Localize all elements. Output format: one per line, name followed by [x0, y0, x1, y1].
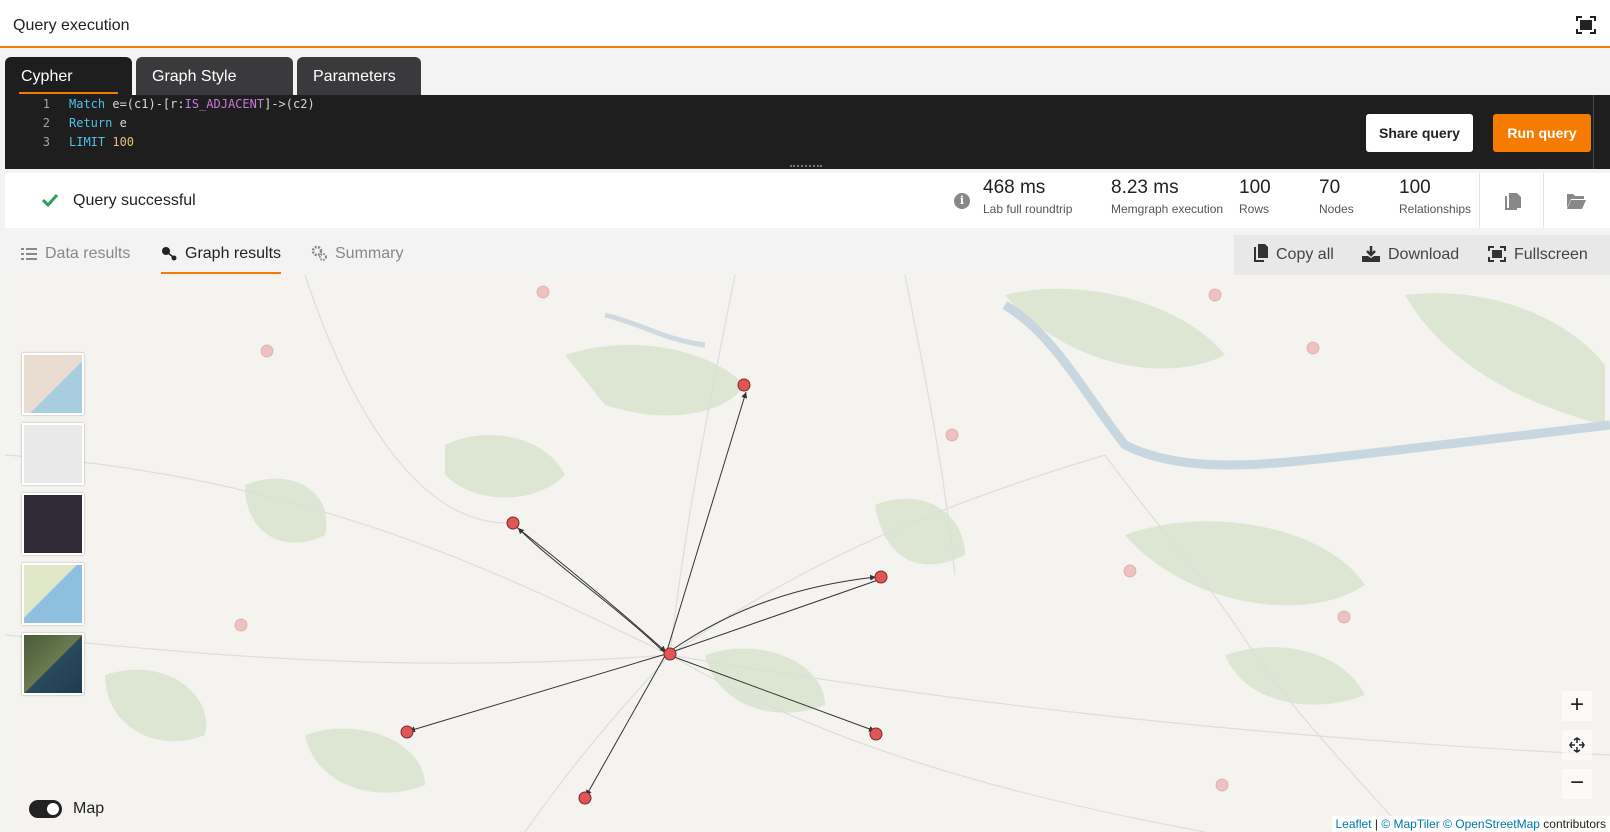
- map-toggle[interactable]: Map: [21, 794, 121, 824]
- code-text: Match e=(c1)-[r:IS_ADJACENT]->(c2): [69, 97, 315, 111]
- graph-node[interactable]: [578, 791, 592, 805]
- metric-nodes: 70 Nodes: [1319, 177, 1354, 216]
- map-tiles[interactable]: [5, 275, 1610, 832]
- lake: [604, 312, 706, 348]
- status-message: Query successful: [73, 192, 196, 209]
- recenter-icon[interactable]: [1562, 730, 1592, 760]
- metric-execution: 8.23 ms Memgraph execution: [1111, 177, 1224, 216]
- tab-cypher-editor[interactable]: Cypher editor: [5, 57, 132, 124]
- graph-node[interactable]: [663, 647, 677, 661]
- layer-thumbnail-satellite[interactable]: [22, 633, 84, 695]
- download-icon: [1362, 246, 1380, 262]
- graph-node[interactable]: [506, 516, 520, 530]
- roads: [5, 275, 1610, 832]
- check-icon: [41, 193, 59, 208]
- layer-thumbnail-outdoor[interactable]: [22, 563, 84, 625]
- graph-icon: [162, 247, 177, 261]
- copy-all-button[interactable]: Copy all: [1254, 235, 1334, 275]
- metric-roundtrip: 468 ms Lab full roundtrip: [983, 177, 1073, 216]
- divider: [1543, 173, 1544, 228]
- layer-thumbnail-streets[interactable]: [22, 353, 84, 415]
- info-icon[interactable]: i: [954, 193, 970, 209]
- code-text: Return e: [69, 116, 127, 130]
- maptiler-link[interactable]: © MapTiler: [1381, 817, 1439, 831]
- fullscreen-icon[interactable]: [1576, 16, 1596, 34]
- tab-summary[interactable]: Summary: [311, 236, 403, 274]
- resize-handle[interactable]: [790, 165, 822, 169]
- line-number: 1: [42, 97, 50, 111]
- zoom-in-button[interactable]: +: [1562, 691, 1592, 721]
- tab-graph-results[interactable]: Graph results: [161, 236, 282, 274]
- tab-graph-style-editor[interactable]: Graph Style editor: [136, 57, 293, 124]
- graph-map[interactable]: + − Map Leaflet | © MapTiler © OpenStree…: [5, 275, 1610, 832]
- toggle-label: Map: [73, 800, 105, 817]
- line-number: 3: [42, 135, 50, 149]
- folder-open-icon[interactable]: [1565, 189, 1587, 211]
- metric-relationships: 100 Relationships: [1399, 177, 1472, 216]
- download-button[interactable]: Download: [1362, 235, 1459, 275]
- toggle-switch[interactable]: [29, 800, 62, 818]
- tab-data-results[interactable]: Data results: [21, 236, 130, 274]
- divider: [1479, 173, 1480, 228]
- line-number: 2: [42, 116, 50, 130]
- result-actions: Copy all Download Fullscreen: [1234, 235, 1610, 275]
- table-icon: [21, 248, 37, 260]
- leaflet-link[interactable]: Leaflet: [1336, 817, 1372, 831]
- fullscreen-button[interactable]: Fullscreen: [1488, 235, 1588, 275]
- fullscreen-icon: [1488, 246, 1506, 262]
- tab-parameters[interactable]: Parameters: [297, 57, 421, 96]
- layer-thumbnail-dark[interactable]: [22, 493, 84, 555]
- copy-icon: [1254, 244, 1268, 262]
- scrollbar[interactable]: [1593, 95, 1594, 169]
- page-title: Query execution: [13, 17, 130, 34]
- code-line: 1 Match e=(c1)-[r:IS_ADJACENT]->(c2): [5, 95, 1610, 114]
- share-query-button[interactable]: Share query: [1366, 114, 1473, 152]
- metric-rows: 100 Rows: [1239, 177, 1271, 216]
- query-status-bar: Query successful i 468 ms Lab full roundt…: [5, 173, 1610, 228]
- editor-tabs: Cypher editor Graph Style editor Paramet…: [0, 50, 1610, 124]
- layer-thumbnail-light[interactable]: [22, 423, 84, 485]
- zoom-out-button[interactable]: −: [1562, 769, 1592, 799]
- map-attribution: Leaflet | © MapTiler © OpenStreetMap con…: [1331, 816, 1610, 832]
- graph-node[interactable]: [400, 725, 414, 739]
- app-header: Query execution: [0, 0, 1610, 48]
- graph-node[interactable]: [737, 378, 751, 392]
- run-query-button[interactable]: Run query: [1493, 114, 1591, 152]
- gears-icon: [311, 245, 327, 261]
- graph-node[interactable]: [869, 727, 883, 741]
- forest-areas: [105, 288, 1605, 793]
- osm-link[interactable]: © OpenStreetMap: [1443, 817, 1540, 831]
- copy-icon[interactable]: [1502, 189, 1524, 211]
- graph-node[interactable]: [874, 570, 888, 584]
- code-text: LIMIT 100: [69, 135, 135, 149]
